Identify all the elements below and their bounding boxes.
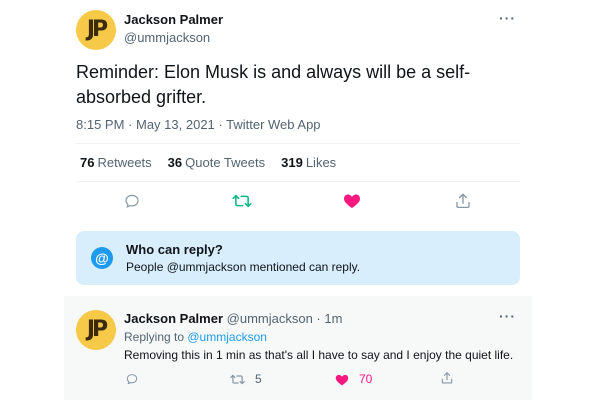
more-options-icon[interactable]: ··· bbox=[499, 10, 516, 26]
author-block: Jackson Palmer @ummjackson bbox=[124, 12, 223, 45]
author-name[interactable]: Jackson Palmer bbox=[124, 12, 223, 27]
quote-tweets-label: Quote Tweets bbox=[185, 155, 266, 170]
reply-icon bbox=[125, 194, 139, 208]
heart-filled-icon bbox=[343, 194, 361, 208]
reply-more-options-icon[interactable]: ··· bbox=[499, 308, 516, 324]
divider bbox=[76, 143, 520, 144]
author-handle[interactable]: @ummjackson bbox=[124, 30, 223, 45]
avatar-monogram: JP bbox=[86, 317, 108, 342]
reply-like-button[interactable]: 70 bbox=[335, 372, 372, 386]
retweet-icon bbox=[232, 194, 252, 208]
retweets-stat[interactable]: 76 Retweets bbox=[80, 155, 152, 170]
tweet-text: Reminder: Elon Musk is and always will b… bbox=[76, 62, 471, 107]
meta-separator: · bbox=[128, 117, 136, 132]
reply-retweet-count: 5 bbox=[255, 372, 262, 386]
mention-icon: @ bbox=[91, 247, 113, 269]
who-can-reply-mention[interactable]: @ummjackson bbox=[167, 260, 247, 274]
reply-header: Jackson Palmer @ummjackson · 1m bbox=[124, 311, 342, 326]
reply-share-button[interactable] bbox=[440, 371, 454, 385]
tweet-date[interactable]: May 13, 2021 bbox=[136, 117, 215, 132]
reply-reply-button[interactable] bbox=[125, 372, 139, 386]
replying-to: Replying to @ummjackson bbox=[124, 330, 267, 344]
tweet-time[interactable]: 8:15 PM bbox=[76, 117, 124, 132]
reply-like-count: 70 bbox=[359, 372, 373, 386]
who-can-reply-suffix: mentioned can reply. bbox=[246, 260, 361, 274]
who-can-reply-box: @ Who can reply? People @ummjackson ment… bbox=[76, 231, 520, 285]
likes-stat[interactable]: 319 Likes bbox=[281, 155, 336, 170]
retweet-icon bbox=[230, 374, 245, 384]
who-can-reply-prefix: People bbox=[126, 260, 167, 274]
retweets-label: Retweets bbox=[97, 155, 152, 170]
likes-label: Likes bbox=[305, 155, 337, 170]
who-can-reply-title: Who can reply? bbox=[126, 242, 223, 257]
right-gutter bbox=[536, 0, 600, 400]
quote-tweets-stat[interactable]: 36 Quote Tweets bbox=[168, 155, 265, 170]
reply-separator: · bbox=[312, 311, 325, 326]
heart-filled-icon bbox=[335, 374, 349, 385]
tweet-meta: 8:15 PM · May 13, 2021 · Twitter Web App bbox=[76, 117, 321, 132]
tweet-stats: 76 Retweets 36 Quote Tweets 319 Likes bbox=[80, 155, 336, 170]
quote-tweets-count: 36 bbox=[167, 155, 183, 170]
tweet-source[interactable]: Twitter Web App bbox=[226, 117, 320, 132]
retweet-button[interactable] bbox=[232, 192, 252, 210]
meta-separator: · bbox=[218, 117, 227, 132]
reply-retweet-button[interactable]: 5 bbox=[230, 372, 262, 386]
who-can-reply-text: People @ummjackson mentioned can reply. bbox=[126, 260, 360, 274]
replying-to-label: Replying to bbox=[124, 330, 188, 344]
reply-button[interactable] bbox=[123, 192, 141, 210]
divider bbox=[76, 181, 520, 182]
avatar[interactable]: JP bbox=[76, 10, 116, 50]
reply-icon bbox=[126, 374, 138, 385]
share-icon bbox=[441, 372, 453, 384]
retweets-count: 76 bbox=[80, 155, 95, 170]
share-icon bbox=[456, 193, 470, 209]
reply-author-handle[interactable]: @ummjackson bbox=[227, 311, 313, 326]
share-button[interactable] bbox=[454, 192, 472, 210]
tweet-actions bbox=[64, 192, 532, 214]
likes-count: 319 bbox=[281, 155, 303, 170]
reply-time[interactable]: 1m bbox=[324, 311, 342, 326]
like-button[interactable] bbox=[343, 192, 361, 209]
reply-avatar[interactable]: JP bbox=[76, 310, 116, 350]
reply-tweet[interactable]: JP Jackson Palmer @ummjackson · 1m ··· R… bbox=[64, 296, 532, 400]
reply-text: Removing this in 1 min as that's all I h… bbox=[124, 348, 514, 362]
replying-to-handle[interactable]: @ummjackson bbox=[187, 330, 267, 344]
left-gutter bbox=[0, 0, 64, 400]
reply-author-name[interactable]: Jackson Palmer bbox=[124, 311, 223, 326]
avatar-monogram: JP bbox=[86, 17, 108, 42]
tweet-card: JP Jackson Palmer @ummjackson ··· Remind… bbox=[64, 0, 532, 400]
